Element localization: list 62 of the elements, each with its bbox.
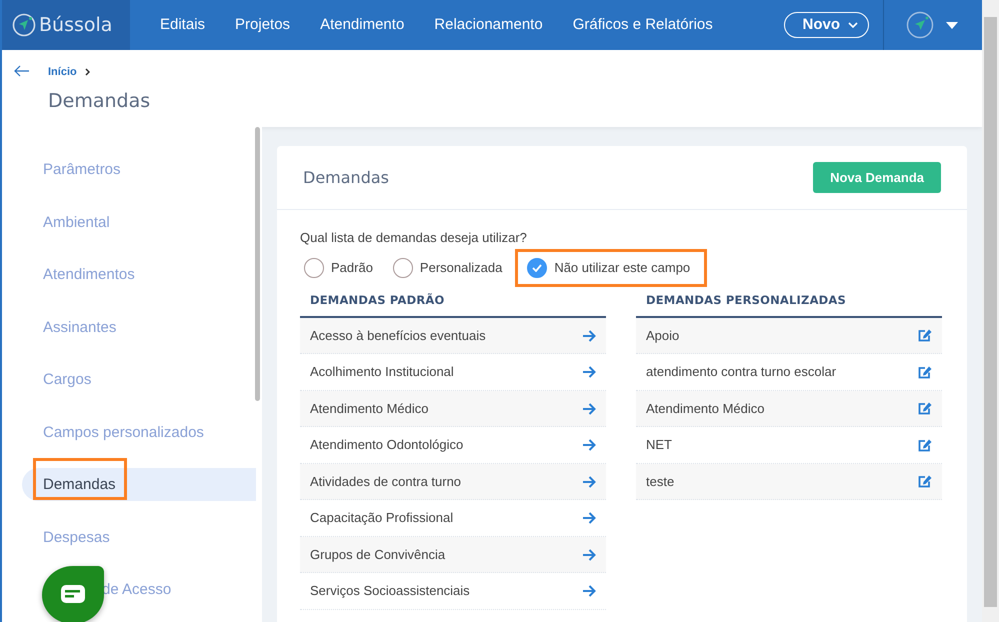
sidebar-item[interactable]: Atendimentos <box>22 258 256 291</box>
edit-icon[interactable] <box>918 475 932 488</box>
scrollbar-thumb[interactable] <box>984 17 997 607</box>
list-item: NET <box>646 436 673 454</box>
list-item: Atendimento Médico <box>646 400 766 418</box>
edit-icon[interactable] <box>918 438 932 452</box>
sidebar-item[interactable]: Despesas <box>22 520 256 554</box>
list-item: atendimento contra turno escolar <box>646 363 838 382</box>
sidebar-item[interactable]: Ambiental <box>22 206 256 238</box>
edit-icon[interactable] <box>918 366 932 378</box>
list-item: teste <box>646 472 676 491</box>
list-item: Apoio <box>646 326 680 345</box>
card-title: Demandas <box>303 166 389 188</box>
brand-name: Bússola <box>39 12 112 38</box>
compass-logo-icon <box>12 13 36 37</box>
chevron-down-icon <box>848 22 858 28</box>
arrow-right-icon[interactable] <box>583 439 596 451</box>
radio-button[interactable] <box>527 258 548 278</box>
new-demand-button[interactable]: Nova Demanda <box>813 162 941 194</box>
arrow-right-icon[interactable] <box>583 585 596 597</box>
back-arrow-icon[interactable] <box>14 65 30 77</box>
nav-link[interactable]: Projetos <box>235 14 290 36</box>
radio-label[interactable]: Não utilizar este campo <box>554 258 690 278</box>
scrollbar-thumb[interactable] <box>255 127 260 401</box>
arrow-right-icon[interactable] <box>583 548 596 560</box>
breadcrumb-link[interactable]: Início <box>48 64 77 80</box>
list-item: Atendimento Médico <box>310 400 430 418</box>
list-item: Capacitação Profissional <box>310 509 454 528</box>
sidebar-item[interactable]: Cargos <box>22 363 256 396</box>
arrow-right-icon[interactable] <box>583 330 596 342</box>
nav-link[interactable]: Relacionamento <box>434 14 543 36</box>
caret-down-icon[interactable] <box>946 22 958 28</box>
arrow-right-icon[interactable] <box>583 512 596 524</box>
sidebar-item[interactable]: Campos personalizados <box>22 416 256 448</box>
edit-icon[interactable] <box>918 329 932 342</box>
new-dropdown-button[interactable]: Novo <box>784 12 869 38</box>
arrow-right-icon[interactable] <box>583 366 596 378</box>
question-label: Qual lista de demandas deseja utilizar? <box>300 229 528 247</box>
nav-link[interactable]: Atendimento <box>320 14 404 36</box>
radio-button[interactable] <box>304 258 324 278</box>
check-icon <box>532 264 542 272</box>
sidebar-item[interactable]: Demandas <box>22 468 256 501</box>
radio-label[interactable]: Padrão <box>331 258 373 278</box>
sidebar-item[interactable]: Assinantes <box>22 310 256 344</box>
list-item: Acolhimento Institucional <box>310 363 455 382</box>
list-item: Acesso à benefícios eventuais <box>310 326 487 345</box>
user-avatar-icon[interactable] <box>906 11 934 39</box>
edit-icon[interactable] <box>918 402 932 415</box>
nav-link[interactable]: Editais <box>160 14 206 36</box>
list-item: Atividades de contra turno <box>310 472 462 491</box>
nav-link[interactable]: Gráficos e Relatórios <box>572 14 713 36</box>
list-item: Atendimento Odontológico <box>310 436 464 454</box>
chevron-right-icon <box>84 68 90 76</box>
radio-button[interactable] <box>392 258 413 278</box>
arrow-right-icon[interactable] <box>583 402 596 414</box>
sidebar-item[interactable]: Parâmetros <box>22 153 256 186</box>
list-item: Serviços Socioassistenciais <box>310 582 471 600</box>
chat-icon <box>61 585 85 605</box>
radio-label[interactable]: Personalizada <box>420 258 502 278</box>
arrow-right-icon[interactable] <box>583 476 596 488</box>
page-title: Demandas <box>48 88 152 114</box>
list-item: Grupos de Convivência <box>310 546 446 564</box>
